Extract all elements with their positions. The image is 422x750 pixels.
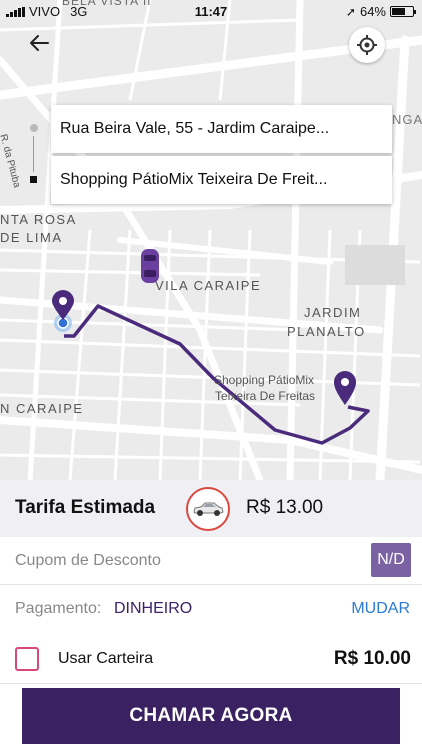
origin-pin-icon: [50, 290, 76, 334]
ride-summary-panel: Tarifa Estimada R$ 13.00 Cupom de Descon…: [0, 480, 422, 750]
wallet-row: Usar Carteira R$ 10.00: [0, 635, 422, 685]
destination-square-icon: [30, 176, 37, 183]
call-now-button[interactable]: CHAMAR AGORA: [22, 688, 400, 744]
wallet-balance: R$ 10.00: [333, 648, 411, 669]
driver-car-icon: [140, 248, 160, 284]
location-arrow-icon: ➚: [345, 4, 356, 19]
destination-address-field[interactable]: Shopping PátioMix Teixeira De Freit...: [51, 156, 392, 204]
fare-label: Tarifa Estimada: [15, 497, 156, 518]
map-label-nga: NGA: [392, 112, 422, 127]
fare-value: R$ 13.00: [246, 497, 324, 518]
my-location-button[interactable]: [349, 27, 385, 63]
map-label-shopping: Shopping PátioMix: [214, 373, 315, 387]
map-label-jardim: JARDIM: [304, 305, 362, 320]
map-label-santa-rosa: NTA ROSA: [0, 212, 77, 227]
status-bar-right: ➚ 64%: [345, 4, 416, 19]
fare-row: Tarifa Estimada R$ 13.00: [0, 480, 422, 537]
crosshair-icon: [357, 35, 377, 55]
status-bar: VIVO 3G 11:47 ➚ 64%: [0, 0, 422, 22]
origin-address-field[interactable]: Rua Beira Vale, 55 - Jardim Caraipe...: [51, 105, 392, 153]
payment-method: DINHEIRO: [114, 600, 193, 617]
vehicle-type-button[interactable]: [186, 487, 230, 531]
back-button[interactable]: [22, 28, 56, 58]
car-icon: [193, 502, 224, 516]
battery-icon: [390, 6, 416, 17]
map-label-planalto: PLANALTO: [287, 324, 366, 339]
battery-percent: 64%: [359, 4, 386, 19]
payment-label: Pagamento:: [15, 600, 102, 617]
use-wallet-checkbox[interactable]: [15, 647, 39, 671]
change-payment-link[interactable]: MUDAR: [351, 600, 410, 618]
map-view[interactable]: BELA VISTA II R. da Pituba NTA ROSA DE L…: [0, 0, 422, 480]
divider: [0, 683, 422, 684]
map-label-caraipe: N CARAIPE: [0, 401, 84, 416]
destination-pin-icon: [332, 370, 358, 406]
origin-dot-icon: [30, 124, 38, 132]
wallet-label: Usar Carteira: [58, 650, 154, 667]
map-label-teixeira: Teixeira De Freitas: [215, 389, 316, 403]
coupon-label: Cupom de Desconto: [15, 552, 161, 569]
map-label-de-lima: DE LIMA: [0, 230, 63, 245]
coupon-badge[interactable]: N/D: [371, 543, 411, 577]
back-arrow-icon: [30, 35, 49, 51]
coupon-row[interactable]: Cupom de Desconto: [0, 537, 422, 585]
route-connector: [33, 136, 34, 172]
map-label-vila-caraipe: VILA CARAIPE: [155, 278, 262, 293]
